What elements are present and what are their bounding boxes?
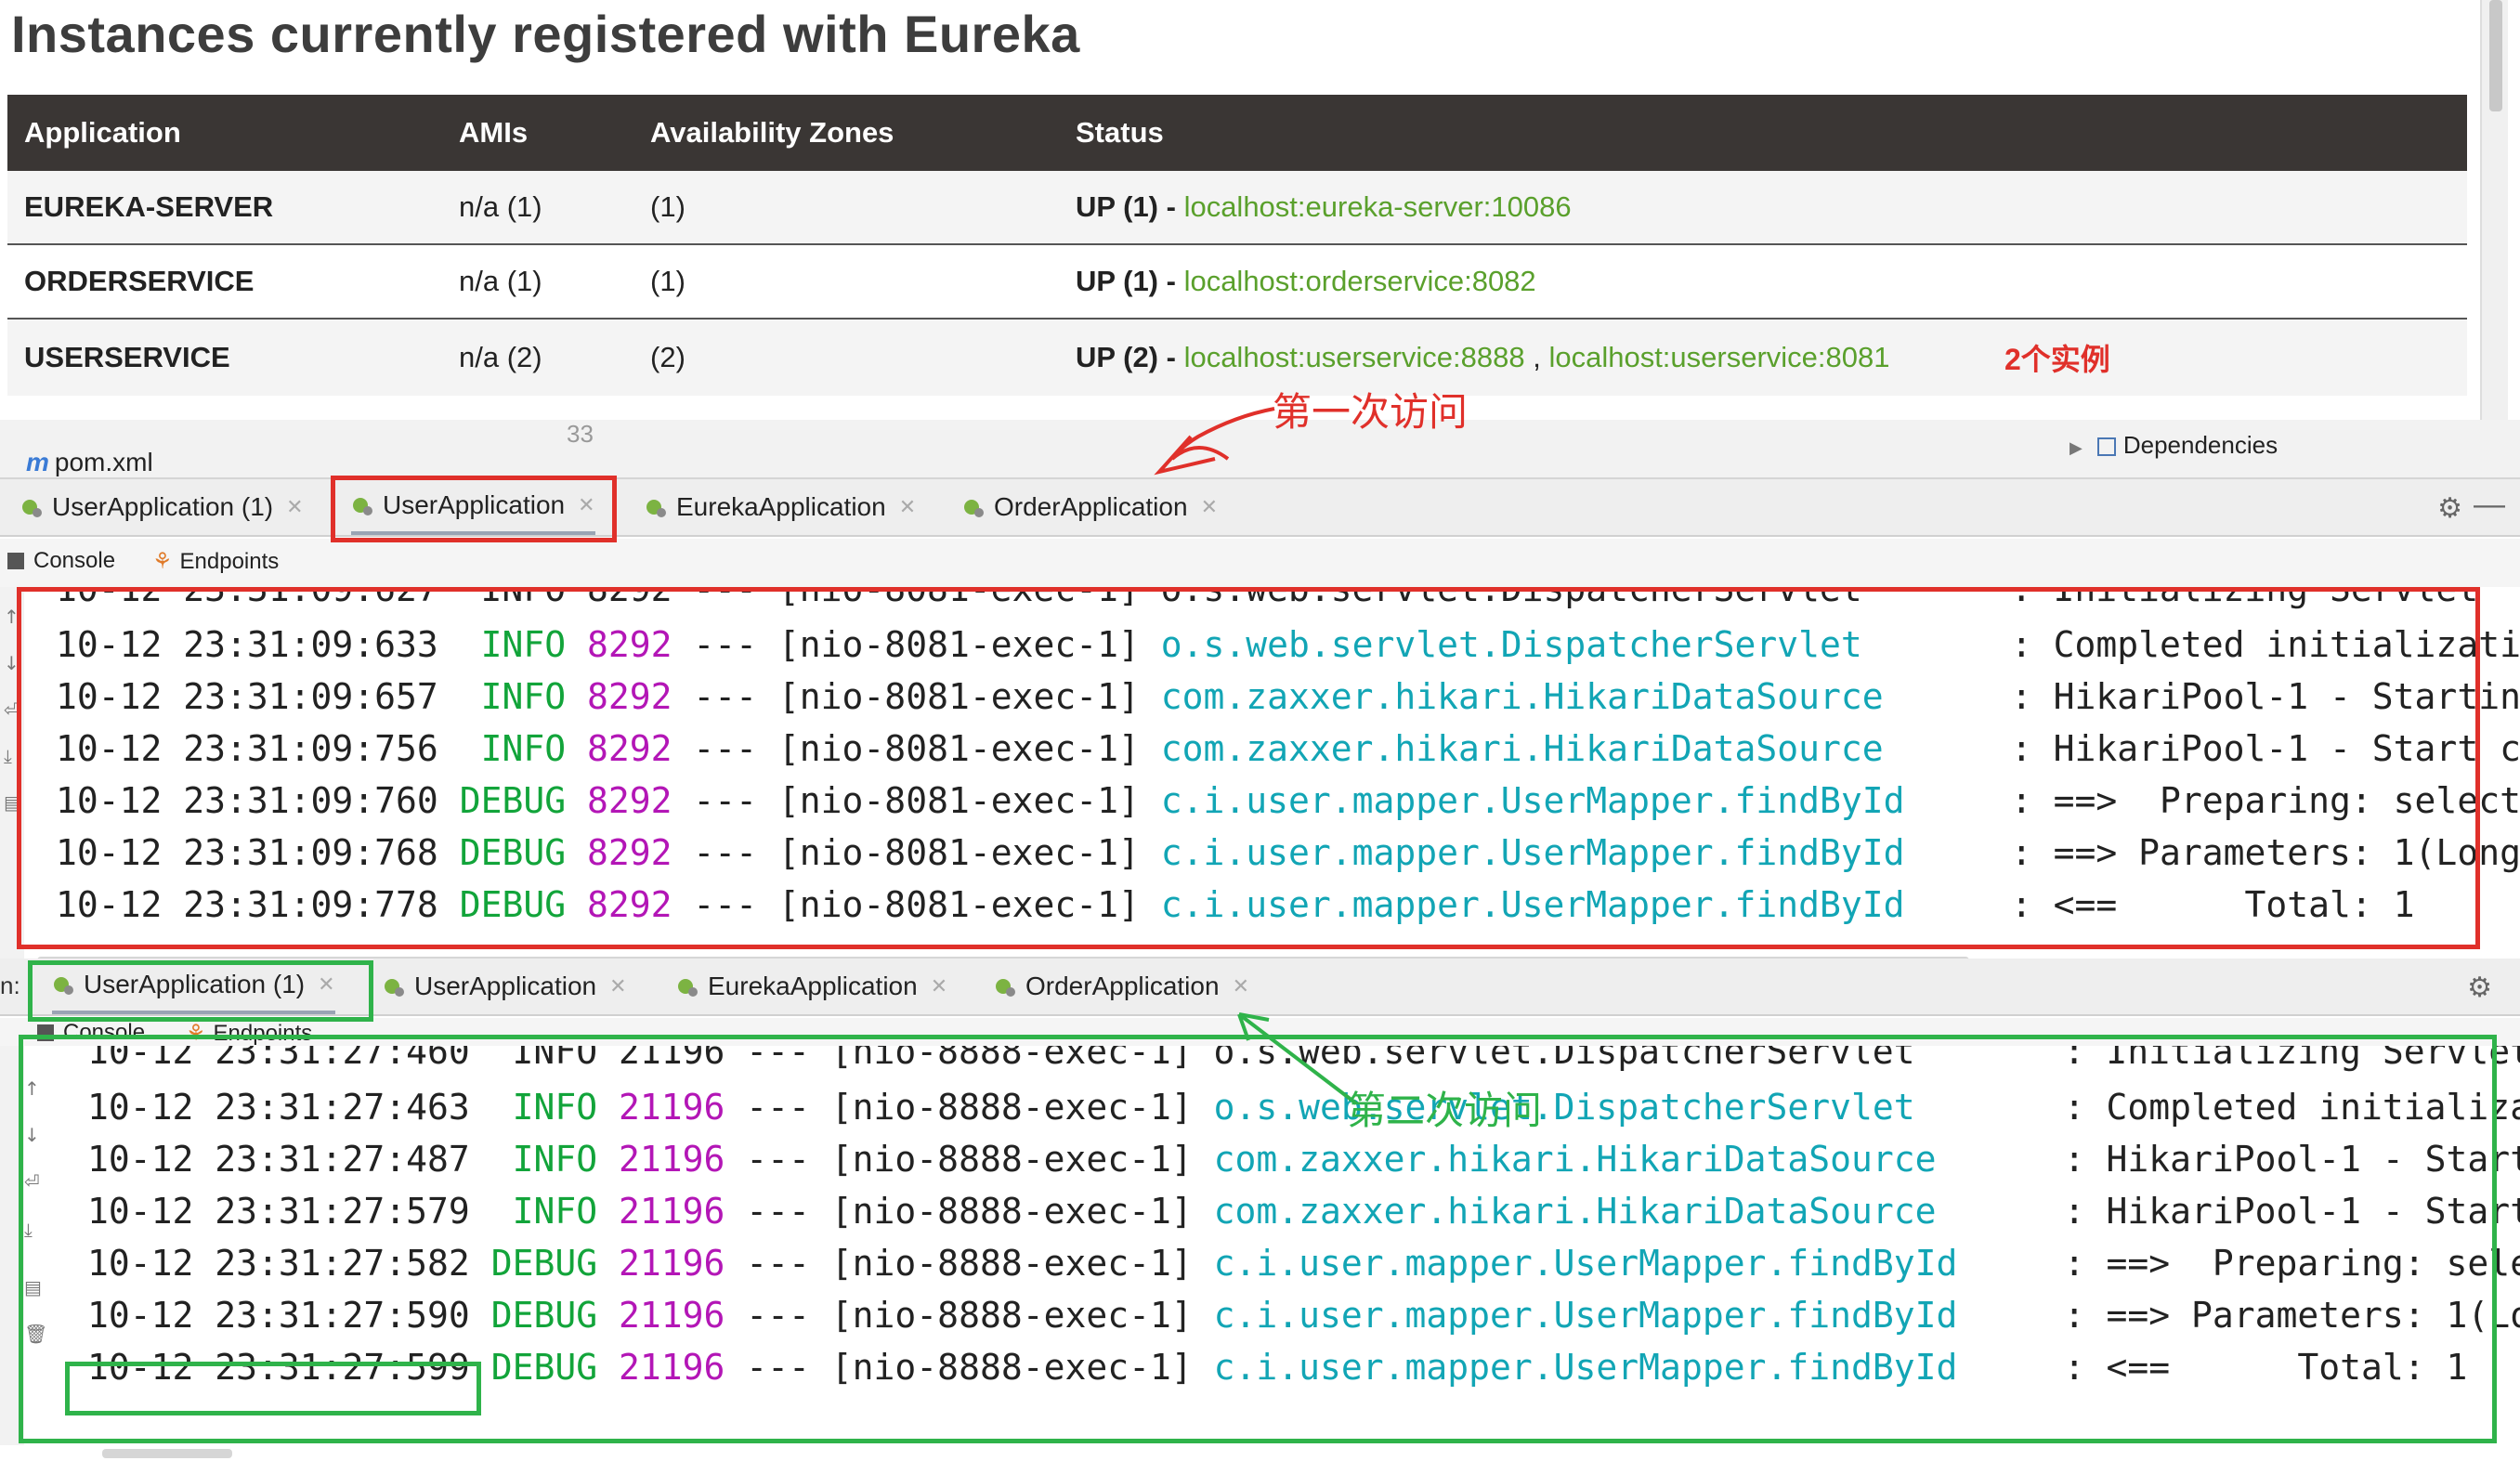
green-arrow xyxy=(1237,1012,1358,1105)
red-arrow xyxy=(1170,407,1275,461)
annotation-arrows xyxy=(1154,407,1358,1105)
red-arrow-head xyxy=(1154,435,1216,476)
